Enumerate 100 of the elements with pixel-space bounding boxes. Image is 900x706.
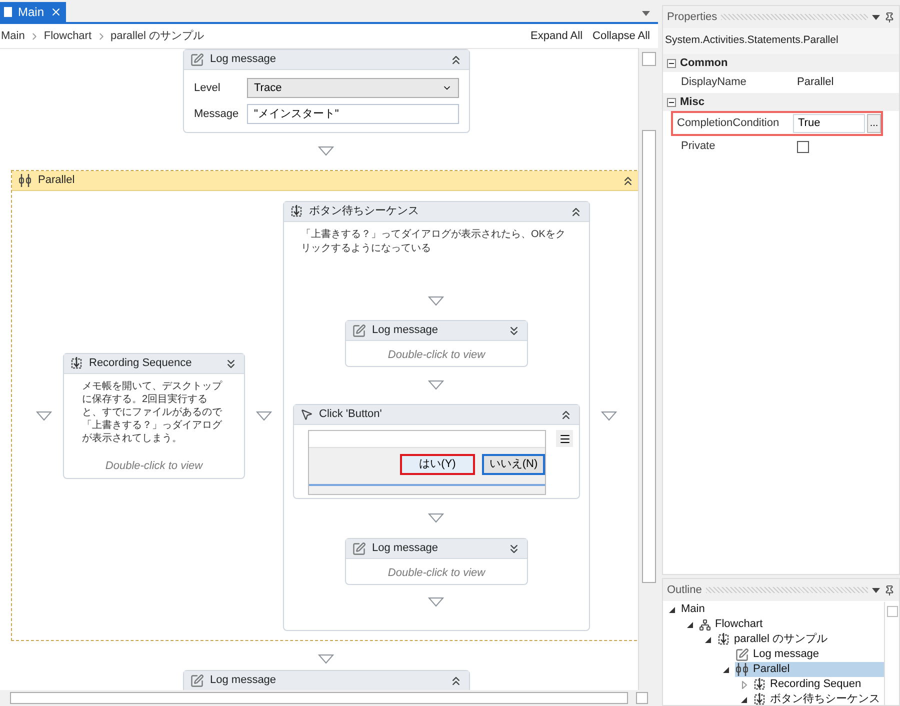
activity-title: ボタン待ちシーケンス	[309, 204, 420, 220]
tree-item[interactable]: Flowchart	[699, 617, 767, 632]
expanded-triangle-icon[interactable]	[741, 696, 747, 702]
type-name: System.Activities.Statements.Parallel	[665, 33, 838, 48]
property-row[interactable]: Private	[677, 136, 881, 157]
drop-triangle-icon	[428, 513, 444, 523]
activity-title: Click 'Button'	[319, 407, 383, 422]
highlighted-property-row[interactable]: CompletionCondition True ...	[673, 113, 881, 134]
activity-card[interactable]: Click 'Button' はい(Y) いいえ(N)	[293, 404, 580, 499]
vertical-scrollbar[interactable]	[638, 48, 658, 690]
toolbar-button[interactable]: Collapse All	[592, 28, 650, 44]
drop-triangle-icon	[318, 654, 334, 664]
drop-triangle-icon	[256, 411, 272, 421]
sequence-icon	[70, 357, 83, 370]
checkbox[interactable]	[797, 140, 809, 152]
drop-triangle-icon	[36, 411, 52, 421]
pencil-note-icon	[190, 52, 204, 66]
vertical-scrollbar[interactable]	[884, 602, 899, 705]
activity-title: Log message	[372, 541, 440, 556]
tree-label: ボタン待ちシーケンス	[770, 692, 880, 705]
drop-triangle-icon	[601, 411, 617, 421]
tree-item[interactable]: Parallel	[735, 662, 884, 677]
sequence-icon	[717, 633, 730, 646]
pin-icon[interactable]	[884, 584, 895, 596]
tree-item[interactable]: Log message	[735, 647, 824, 662]
parallel-icon	[735, 663, 749, 676]
tree-item[interactable]: ボタン待ちシーケンス	[753, 692, 884, 705]
category-label: Misc	[680, 94, 704, 110]
flowchart-icon	[699, 618, 711, 630]
file-icon	[4, 6, 12, 18]
tree-label: parallel のサンプル	[734, 632, 828, 648]
expanded-triangle-icon[interactable]	[687, 622, 693, 628]
tree-label: Parallel	[753, 662, 790, 678]
activity-card[interactable]: Log message Level Trace Message "メインスタート"	[183, 49, 470, 133]
expanded-triangle-icon[interactable]	[705, 636, 711, 642]
breadcrumb-link[interactable]: parallel のサンプル	[110, 28, 204, 44]
collapsed-triangle-icon[interactable]	[742, 680, 746, 688]
tab-label: Main	[18, 4, 44, 21]
activity-card[interactable]: Log message Double-click to view	[345, 538, 528, 585]
tree-item[interactable]: Recording Sequen	[753, 677, 866, 692]
pencil-note-icon	[735, 648, 749, 662]
annotation-text: メモ帳を開いて、デスクトップに保存する。2回目実行すると、すでにファイルがあるので「上書きする？」っダイアログが表示されてしまう。	[81, 380, 224, 446]
pencil-note-icon	[352, 542, 366, 556]
message-field[interactable]: "メインスタート"	[247, 104, 459, 124]
activity-title: Log message	[210, 673, 278, 688]
pencil-note-icon	[190, 674, 204, 688]
property-name: CompletionCondition	[677, 116, 780, 132]
dropdown-triangle-icon[interactable]	[872, 588, 880, 592]
tree-item[interactable]: parallel のサンプル	[717, 632, 832, 647]
condition-field[interactable]: True	[793, 114, 865, 133]
tree-label: Main	[681, 602, 705, 618]
dialog-button[interactable]: はい(Y)	[400, 454, 475, 475]
activity-title: Recording Sequence	[89, 356, 193, 372]
activity-card[interactable]: ボタン待ちシーケンス 「上書きする？」ってダイアログが表示されたら、OKをクリックするようになっている Log message Double-click to view Click 'Button' はい(Y) いいえ(N) Log message Double-click to view	[283, 201, 590, 631]
property-name: DisplayName	[681, 75, 748, 90]
drop-triangle-icon	[428, 597, 444, 607]
tree-item[interactable]: Main	[681, 602, 709, 617]
breadcrumb-link[interactable]: Flowchart	[44, 28, 92, 44]
breadcrumb-link[interactable]: Main	[1, 28, 25, 44]
activity-title: Log message	[210, 52, 278, 68]
drop-triangle-icon	[428, 380, 444, 390]
panel-title: Properties	[667, 10, 718, 25]
hint-text: Double-click to view	[388, 348, 486, 363]
toolbar-button[interactable]: Expand All	[530, 28, 583, 44]
menu-button[interactable]	[556, 430, 573, 447]
field-label: Message	[194, 106, 240, 122]
cursor-icon	[300, 408, 313, 421]
sequence-icon	[290, 205, 303, 218]
document-tab[interactable]: Main	[0, 2, 66, 22]
category-toggle[interactable]	[667, 58, 676, 68]
level-select[interactable]: Trace	[247, 78, 459, 98]
close-icon[interactable]	[50, 6, 62, 18]
ellipsis-button[interactable]: ...	[867, 114, 881, 133]
pin-icon[interactable]	[884, 12, 895, 22]
activity-card[interactable]: Recording Sequence メモ帳を開いて、デスクトップに保存する。2回目実行すると、すでにファイルがあるので「上書きする？」っダイアログが表示されてしまう。 Double-click to view	[63, 353, 245, 479]
sequence-icon	[753, 678, 766, 691]
expanded-triangle-icon[interactable]	[669, 606, 675, 612]
pencil-note-icon	[352, 324, 366, 338]
activity-card[interactable]: Log message Double-click to view	[345, 320, 528, 367]
tree-label: Log message	[753, 647, 820, 662]
tree-label: Flowchart	[715, 617, 763, 632]
dropdown-triangle-icon[interactable]	[642, 11, 650, 16]
activity-title: Parallel	[38, 173, 76, 188]
tree-label: Recording Sequen	[770, 677, 862, 692]
panel-title: Outline	[667, 582, 702, 598]
hint-text: Double-click to view	[105, 459, 203, 474]
property-row[interactable]: DisplayName Parallel	[677, 72, 881, 93]
hint-text: Double-click to view	[388, 566, 486, 581]
field-label: Level	[194, 80, 222, 96]
property-value: Parallel	[797, 75, 834, 90]
sequence-icon	[753, 693, 766, 705]
annotation-text: 「上書きする？」ってダイアログが表示されたら、OKをクリックするようになっている	[300, 228, 566, 256]
category-toggle[interactable]	[667, 98, 676, 106]
dialog-button[interactable]: いいえ(N)	[482, 454, 545, 475]
menu-icon	[558, 432, 570, 444]
activity-title: Log message	[372, 323, 440, 338]
property-name: Private	[681, 139, 716, 154]
dropdown-triangle-icon[interactable]	[872, 14, 880, 20]
expanded-triangle-icon[interactable]	[723, 666, 729, 672]
activity-card[interactable]: Log message	[183, 670, 470, 690]
